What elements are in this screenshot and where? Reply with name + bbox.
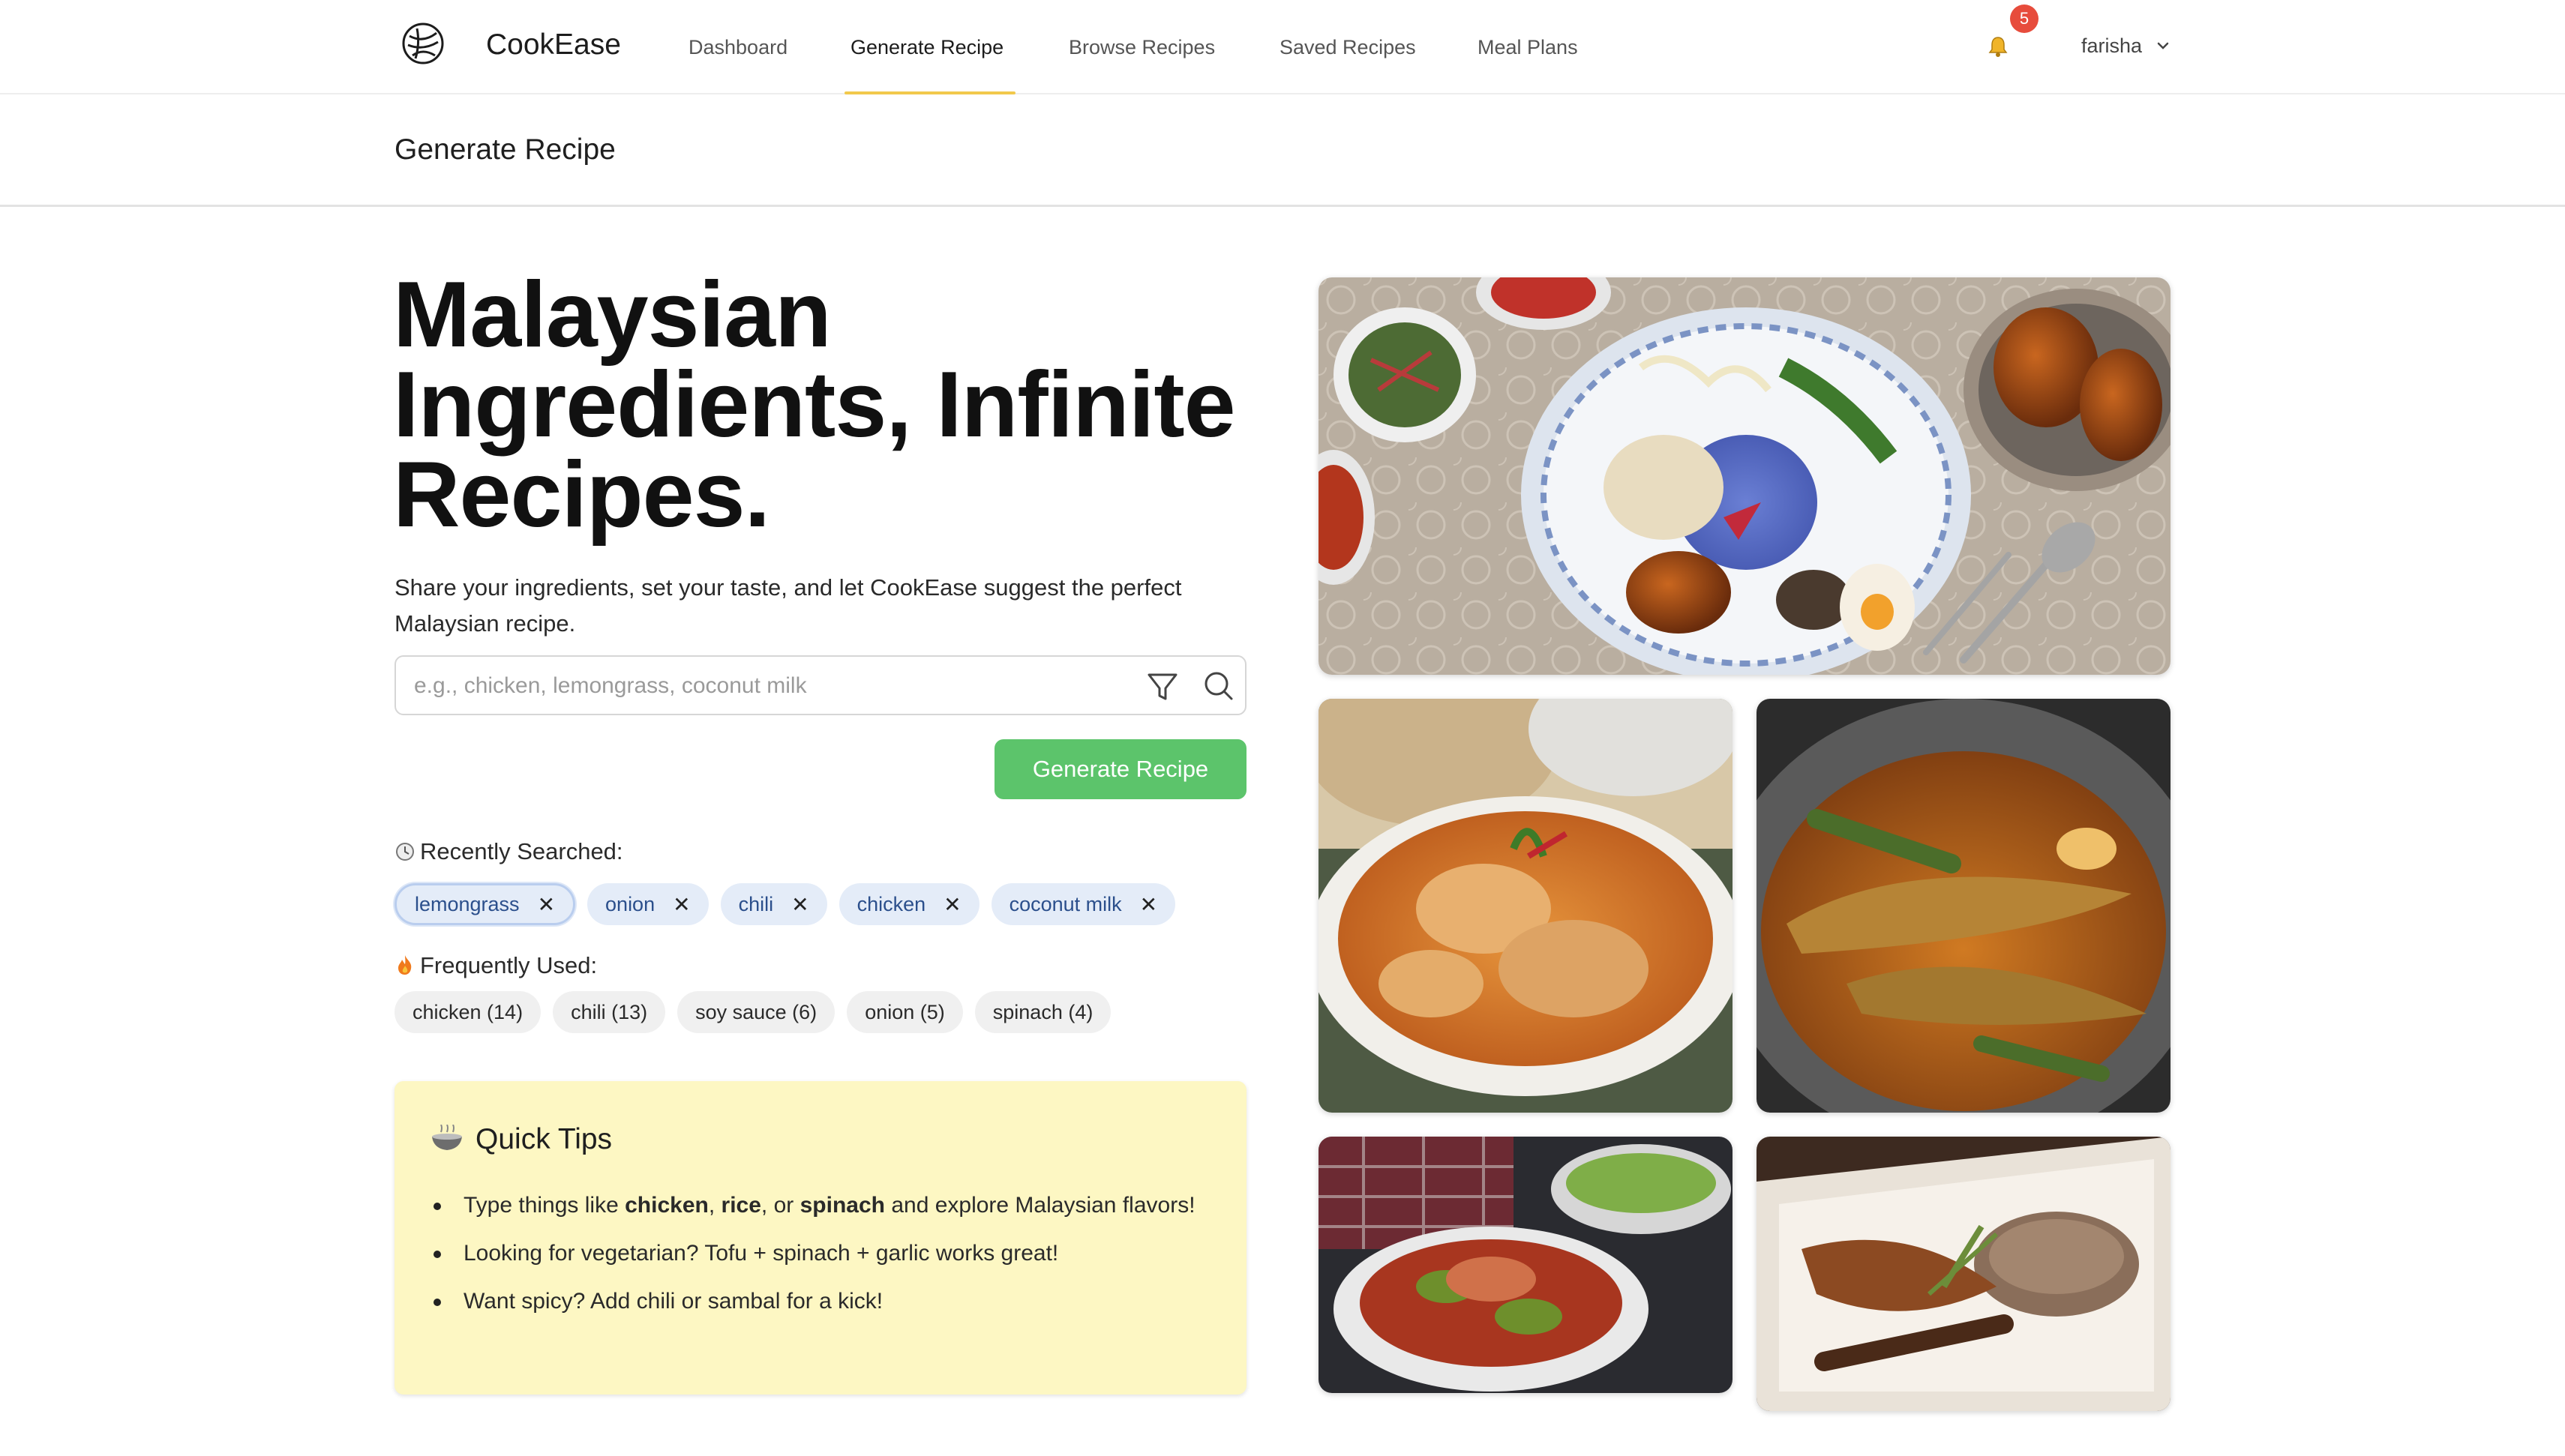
recent-chip-label: coconut milk [1009,892,1122,915]
ingredient-search-input[interactable] [414,669,1134,703]
remove-icon[interactable]: ✕ [673,892,690,917]
brand-name[interactable]: CookEase [486,28,621,61]
recently-searched-label: Recently Searched: [394,838,623,865]
recent-chip[interactable]: onion ✕ [587,883,709,925]
recent-chip[interactable]: lemongrass ✕ [394,883,576,925]
frequent-chip[interactable]: spinach (4) [974,991,1112,1033]
remove-icon[interactable]: ✕ [944,892,961,917]
recent-chip[interactable]: chili ✕ [720,883,827,925]
quick-tips-list: Type things like chicken, rice, or spina… [430,1188,1210,1332]
recent-chip[interactable]: coconut milk ✕ [991,883,1176,925]
chevron-down-icon[interactable] [2156,39,2170,52]
nav-saved-recipes[interactable]: Saved Recipes [1280,36,1416,59]
recently-searched-text: Recently Searched: [420,838,623,864]
page-title: Generate Recipe [394,133,616,166]
tip-item: Looking for vegetarian? Tofu + spinach +… [430,1236,1210,1272]
nav-generate-recipe[interactable]: Generate Recipe [850,36,1004,59]
active-tab-indicator [844,91,1016,94]
frequent-chip[interactable]: onion (5) [847,991,963,1033]
ingredient-search-box [394,655,1246,715]
recent-chip-label: chili [738,892,774,915]
generate-recipe-button[interactable]: Generate Recipe [994,739,1246,799]
remove-icon[interactable]: ✕ [791,892,808,917]
nav-meal-plans[interactable]: Meal Plans [1478,36,1578,59]
nav-browse-recipes[interactable]: Browse Recipes [1069,36,1215,59]
top-navbar: CookEase Dashboard Generate Recipe Brows… [0,0,2565,94]
tip-text: , [708,1193,722,1218]
tip-bold: spinach [800,1193,885,1218]
remove-icon[interactable]: ✕ [538,892,555,917]
tip-text: , or [760,1193,800,1218]
recent-chip-label: onion [605,892,656,915]
grilled-fish-rice-photo [1756,1137,2170,1411]
recent-chip-label: lemongrass [415,892,520,915]
user-menu[interactable]: farisha [2081,34,2142,58]
tip-bold: chicken [625,1193,709,1218]
remove-icon[interactable]: ✕ [1140,892,1157,917]
filter-icon[interactable] [1146,670,1179,703]
notification-bell-icon[interactable] [1986,34,2010,58]
hero-title: Malaysian Ingredients, Infinite Recipes. [393,263,1236,547]
recent-chip-label: chicken [856,892,926,915]
recent-chip-row: lemongrass ✕ onion ✕ chili ✕ chicken ✕ cocon… [394,883,1176,925]
tip-text: and explore Malaysian flavors! [884,1193,1196,1218]
tip-text: Type things like [464,1193,626,1218]
tip-text: Looking for vegetarian? Tofu + spinach +… [464,1241,1059,1266]
clock-icon [394,838,420,865]
frequent-chip[interactable]: chili (13) [553,991,666,1033]
frequently-used-text: Frequently Used: [420,952,598,978]
nav-dashboard[interactable]: Dashboard [688,36,788,59]
tip-item: Want spicy? Add chili or sambal for a ki… [430,1284,1210,1320]
recent-chip[interactable]: chicken ✕ [838,883,980,925]
brand-logo-icon[interactable] [400,21,446,66]
tip-item: Type things like chicken, rice, or spina… [430,1188,1210,1224]
hero-subtitle: Share your ingredients, set your taste, … [394,574,1182,637]
tip-text: Want spicy? Add chili or sambal for a ki… [464,1289,884,1314]
notification-count-badge: 5 [2010,4,2038,33]
frequent-chip-row: chicken (14) chili (13) soy sauce (6) on… [394,991,1112,1033]
bowl-icon [430,1123,476,1156]
fire-icon [394,952,420,979]
sambal-petai-photo [1318,1137,1732,1393]
page-header: Generate Recipe [0,96,2565,207]
fish-curry-photo [1756,699,2170,1113]
frequently-used-label: Frequently Used: [394,952,597,979]
quick-tips-title-text: Quick Tips [476,1123,613,1155]
frequent-chip[interactable]: chicken (14) [394,991,542,1033]
quick-tips-card: Quick Tips Type things like chicken, ric… [394,1081,1246,1395]
nasi-kerabu-photo [1318,277,2170,675]
search-icon[interactable] [1202,669,1234,702]
tip-bold: rice [721,1193,761,1218]
frequent-chip[interactable]: soy sauce (6) [677,991,836,1033]
chicken-curry-photo [1318,699,1732,1113]
quick-tips-title: Quick Tips [430,1123,612,1156]
